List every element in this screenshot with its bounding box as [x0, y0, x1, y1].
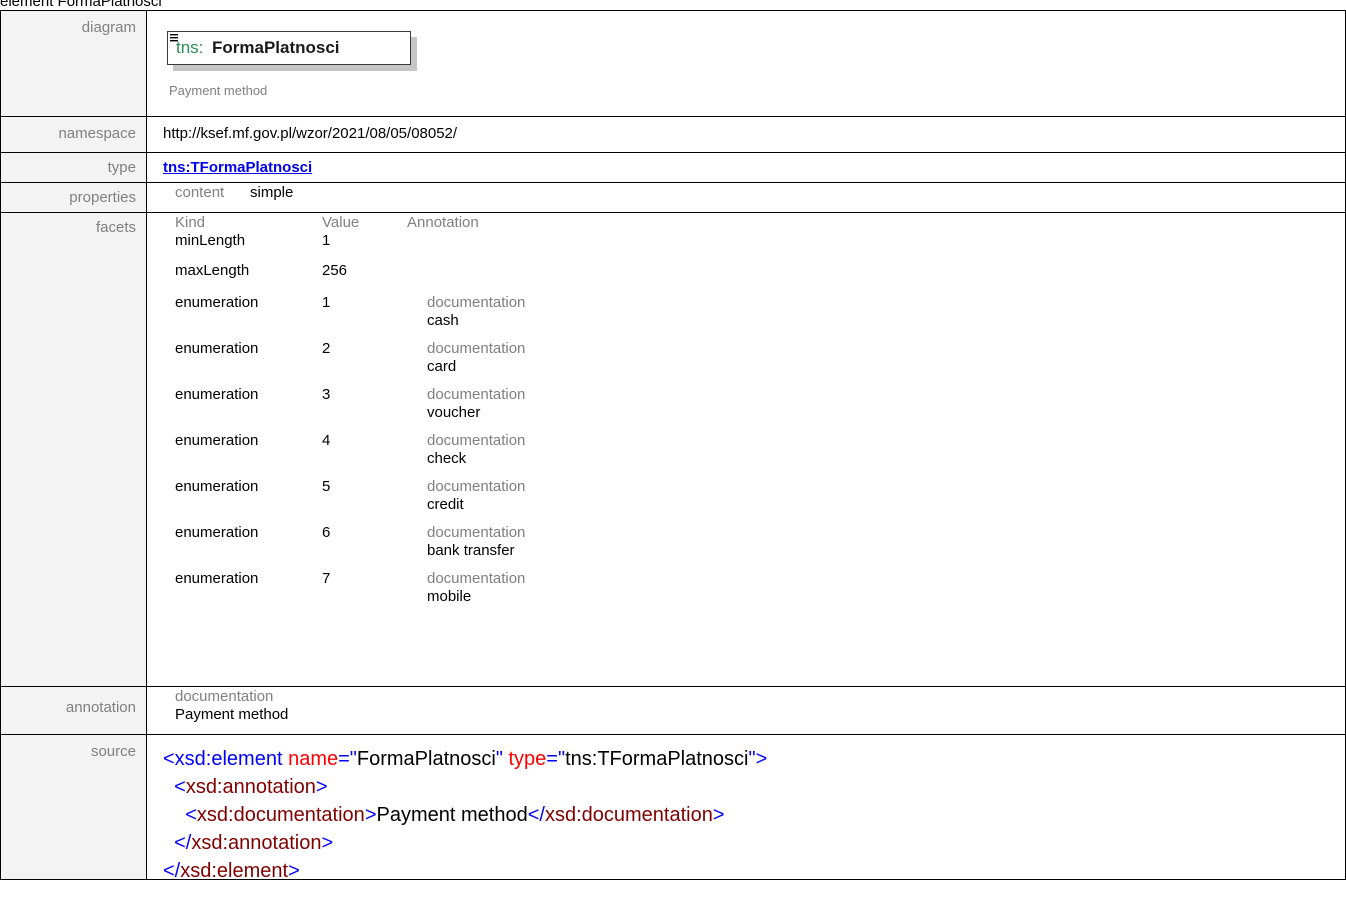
properties-key: content: [175, 184, 225, 201]
label-properties: properties: [0, 182, 147, 213]
element-box[interactable]: tns: FormaPlatnosci: [167, 31, 411, 65]
facet-value: 2: [322, 340, 331, 357]
source-code: <xsd:element name="FormaPlatnosci" type=…: [147, 735, 1345, 882]
facet-doc-text: bank transfer: [427, 542, 515, 559]
facet-doc-text: voucher: [427, 404, 481, 421]
facet-value: 1: [322, 294, 331, 311]
facet-kind: enumeration: [175, 524, 259, 541]
source-cell: <xsd:element name="FormaPlatnosci" type=…: [146, 734, 1346, 882]
annotation-label: documentation: [175, 688, 274, 705]
facet-doc-text: cash: [427, 312, 459, 329]
facets-cell: Kind Value Annotation minLength 1 maxLengt…: [146, 212, 1346, 687]
facet-value: 7: [322, 570, 331, 587]
facet-kind: maxLength: [175, 262, 250, 279]
facet-kind: enumeration: [175, 478, 259, 495]
page-heading: element FormaPlatnosci: [0, 0, 162, 10]
facet-kind: enumeration: [175, 570, 259, 587]
row-facets: facets Kind Value Annotation minLength 1 m…: [0, 212, 1346, 687]
facet-value: 256: [322, 262, 348, 279]
element-caption: Payment method: [169, 83, 268, 98]
properties-cell: content simple: [146, 182, 1346, 213]
type-cell: tns:TFormaPlatnosci: [146, 152, 1346, 183]
facet-kind: minLength: [175, 232, 246, 249]
annotation-text: Payment method: [175, 706, 289, 723]
row-namespace: namespace http://ksef.mf.gov.pl/wzor/202…: [0, 116, 1346, 153]
facet-value: 1: [322, 232, 331, 249]
facet-value: 6: [322, 524, 331, 541]
facet-doc-label: documentation: [427, 386, 526, 403]
facet-kind: enumeration: [175, 386, 259, 403]
diagram-cell: tns: FormaPlatnosci Payment method: [146, 10, 1346, 117]
element-doc-table: diagram tns: FormaPlatnosci Payment meth…: [0, 10, 1346, 882]
label-type: type: [0, 152, 147, 183]
source-line-5: </xsd:element>: [163, 860, 300, 882]
label-facets: facets: [0, 212, 147, 687]
source-line-1: <xsd:element name="FormaPlatnosci" type=…: [163, 748, 768, 770]
row-source: source <xsd:element name="FormaPlatnosci…: [0, 734, 1346, 882]
facets-header-kind: Kind: [175, 214, 206, 231]
facets-header-value: Value: [322, 214, 360, 231]
facet-doc-label: documentation: [427, 432, 526, 449]
facet-kind: enumeration: [175, 432, 259, 449]
label-source: source: [0, 734, 147, 880]
annotation-cell: documentation Payment method: [146, 686, 1346, 735]
facet-doc-label: documentation: [427, 570, 526, 587]
facet-doc-text: check: [427, 450, 467, 467]
facet-value: 4: [322, 432, 331, 449]
facet-kind: enumeration: [175, 294, 259, 311]
source-line-4: </xsd:annotation>: [174, 832, 334, 854]
label-diagram: diagram: [0, 10, 147, 117]
row-annotation: annotation documentation Payment method: [0, 686, 1346, 735]
namespace-cell: http://ksef.mf.gov.pl/wzor/2021/08/05/08…: [146, 116, 1346, 153]
facets-grid: Kind Value Annotation minLength 1 maxLengt…: [147, 213, 1345, 684]
element-prefix: tns:: [176, 38, 204, 57]
row-diagram: diagram tns: FormaPlatnosci Payment meth…: [0, 10, 1346, 117]
source-line-3: <xsd:documentation>Payment method</xsd:d…: [185, 804, 725, 826]
facet-doc-label: documentation: [427, 340, 526, 357]
facet-value: 3: [322, 386, 331, 403]
source-line-2: <xsd:annotation>: [174, 776, 328, 798]
facet-value: 5: [322, 478, 331, 495]
type-link[interactable]: tns:TFormaPlatnosci: [163, 159, 312, 176]
label-namespace: namespace: [0, 116, 147, 153]
properties-value: simple: [250, 184, 294, 201]
facet-doc-text: card: [427, 358, 457, 375]
element-name: FormaPlatnosci: [212, 38, 340, 57]
row-properties: properties content simple: [0, 182, 1346, 213]
row-type: type tns:TFormaPlatnosci: [0, 152, 1346, 183]
facet-doc-text: credit: [427, 496, 464, 513]
label-annotation: annotation: [0, 686, 147, 735]
facet-doc-label: documentation: [427, 478, 526, 495]
facet-doc-text: mobile: [427, 588, 472, 605]
facet-kind: enumeration: [175, 340, 259, 357]
facet-doc-label: documentation: [427, 294, 526, 311]
namespace-value: http://ksef.mf.gov.pl/wzor/2021/08/05/08…: [163, 125, 458, 142]
facets-header-annotation: Annotation: [407, 214, 479, 231]
facet-doc-label: documentation: [427, 524, 526, 541]
